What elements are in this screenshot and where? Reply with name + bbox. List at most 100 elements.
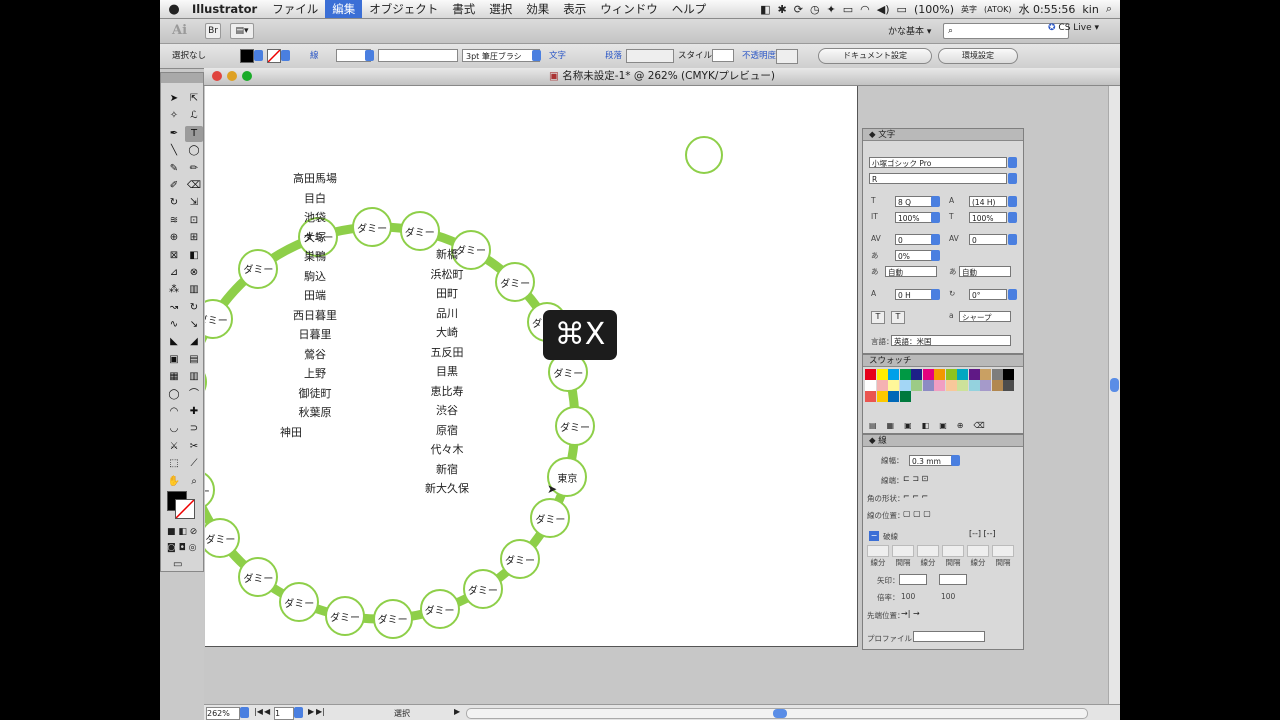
- paintbrush-tool-icon[interactable]: ✎: [165, 161, 183, 177]
- custom-tool-m-icon[interactable]: ◠: [165, 404, 183, 420]
- horizontal-scale-dropdown[interactable]: [1008, 212, 1017, 223]
- station-name[interactable]: 新橋: [436, 246, 458, 262]
- custom-tool-p-icon[interactable]: ⊃: [185, 421, 203, 437]
- last-artboard-button[interactable]: ▶|: [316, 707, 325, 716]
- zoom-field[interactable]: 262%: [206, 707, 240, 720]
- close-icon[interactable]: [212, 71, 222, 81]
- color-swatch[interactable]: [888, 369, 899, 380]
- ellipse-tool-icon[interactable]: ◯: [185, 143, 203, 159]
- vertical-scrollbar[interactable]: [1108, 86, 1120, 704]
- swatch-panel-buttons[interactable]: ▤▦▣◧▣⊕⌫: [869, 421, 995, 430]
- station-bubble[interactable]: ダミー: [279, 582, 320, 623]
- volume-icon[interactable]: ◀): [877, 3, 890, 16]
- kerning-dropdown[interactable]: [931, 234, 940, 245]
- workspace-switcher[interactable]: かな基本 ▾: [888, 24, 931, 37]
- station-name[interactable]: 目黒: [436, 363, 458, 379]
- custom-tool-i-icon[interactable]: ▦: [165, 369, 183, 385]
- wifi-icon[interactable]: ◠: [860, 3, 870, 16]
- stroke-weight-dropdown[interactable]: [951, 455, 960, 466]
- station-name[interactable]: 西日暮里: [293, 307, 337, 323]
- spotlight-icon[interactable]: ⌕: [1106, 2, 1112, 16]
- color-swatch[interactable]: [991, 380, 1003, 391]
- station-name[interactable]: 池袋: [304, 209, 326, 225]
- station-name[interactable]: 新大久保: [425, 480, 469, 496]
- station-bubble[interactable]: ダミー: [238, 248, 279, 289]
- color-swatch[interactable]: [957, 380, 968, 391]
- station-name[interactable]: 神田: [280, 424, 302, 440]
- char-rotation-field[interactable]: 0°: [969, 289, 1007, 300]
- atok-label[interactable]: (ATOK): [984, 5, 1012, 14]
- menu-select[interactable]: 選択: [482, 0, 519, 18]
- knife-tool-icon[interactable]: ⟋: [185, 456, 203, 472]
- arrow-tip-buttons[interactable]: →| →: [901, 609, 920, 618]
- line-tool-icon[interactable]: ╲: [165, 143, 183, 159]
- draw-mode-buttons[interactable]: ◙ ◘ ◎: [167, 543, 196, 553]
- station-bubble[interactable]: ダミー: [419, 589, 460, 630]
- lasso-tool-icon[interactable]: ℒ: [185, 108, 203, 124]
- station-name[interactable]: 高田馬場: [293, 170, 337, 186]
- brush-definition-field[interactable]: 3pt 筆圧ブラシ: [462, 49, 540, 62]
- station-name[interactable]: 鶯谷: [304, 346, 326, 362]
- color-swatch[interactable]: [876, 369, 888, 380]
- user-name[interactable]: kin: [1082, 3, 1098, 16]
- char-rotation-dropdown[interactable]: [1008, 289, 1017, 300]
- horizontal-scrollbar[interactable]: [466, 708, 1088, 719]
- free-transform-tool-icon[interactable]: ⊡: [185, 213, 203, 229]
- color-swatch[interactable]: [991, 369, 1003, 380]
- station-name[interactable]: 田町: [436, 285, 458, 301]
- character-link[interactable]: 文字: [549, 50, 566, 62]
- station-bubble[interactable]: ダミー: [238, 557, 279, 598]
- color-swatch[interactable]: [911, 380, 922, 391]
- gap-cell[interactable]: 間隔: [892, 545, 914, 568]
- align-stroke-buttons[interactable]: ▢ ▢ ▢: [903, 509, 931, 518]
- station-bubble[interactable]: ダミー: [352, 207, 393, 248]
- eyedropper-tool-icon[interactable]: ⊿: [165, 265, 183, 281]
- station-name[interactable]: 御徒町: [299, 385, 332, 401]
- blend-tool-icon[interactable]: ⊗: [185, 265, 203, 281]
- menu-effect[interactable]: 効果: [519, 0, 556, 18]
- station-name[interactable]: 秋葉原: [299, 404, 332, 420]
- station-name[interactable]: 品川: [436, 305, 458, 321]
- color-swatch[interactable]: [865, 369, 876, 380]
- corner-buttons[interactable]: ⌐ ⌐ ⌐: [903, 492, 928, 501]
- empty-circle-shape[interactable]: [685, 136, 723, 174]
- font-style-dropdown[interactable]: [1008, 173, 1017, 184]
- align-buttons[interactable]: [626, 49, 674, 63]
- stroke-label[interactable]: 線: [310, 50, 319, 62]
- tsume-dropdown[interactable]: [931, 250, 940, 261]
- zoom-dropdown[interactable]: [240, 707, 249, 718]
- color-swatch[interactable]: [865, 380, 876, 391]
- battery-icon[interactable]: ▭: [897, 3, 907, 16]
- minimize-icon[interactable]: [227, 71, 237, 81]
- station-bubble[interactable]: ダミー: [462, 569, 503, 610]
- aki-left-field[interactable]: 自動: [885, 266, 937, 277]
- cs-live-button[interactable]: ✪ CS Live ▾: [1048, 23, 1099, 33]
- menu-object[interactable]: オブジェクト: [362, 0, 445, 18]
- color-swatch[interactable]: [934, 380, 945, 391]
- artboard-dropdown[interactable]: [294, 707, 303, 718]
- pencil-tool-icon[interactable]: ✏: [185, 161, 203, 177]
- scissors-tool-icon[interactable]: ✂: [185, 439, 203, 455]
- zoom-tool-icon[interactable]: ⌕: [185, 474, 203, 490]
- selection-tool-icon[interactable]: ➤: [165, 91, 183, 107]
- screen-mode-icon[interactable]: ▭: [173, 559, 182, 570]
- station-bubble[interactable]: ダミー: [495, 262, 536, 302]
- station-name[interactable]: 大崎: [436, 324, 458, 340]
- arrange-documents-button[interactable]: ▤▾: [230, 23, 254, 39]
- custom-tool-l-icon[interactable]: ⌒: [185, 387, 203, 403]
- artboard[interactable]: ダミーダミーダミーダミーダミーダミーダミーダミーダミーダミーダミー東京ダミーダミ…: [205, 86, 858, 647]
- warichu-button[interactable]: T: [891, 311, 905, 324]
- zoom-window-icon[interactable]: [242, 71, 252, 81]
- station-name[interactable]: 新宿: [436, 461, 458, 477]
- status-text[interactable]: 選択: [394, 708, 410, 719]
- menu-view[interactable]: 表示: [556, 0, 593, 18]
- station-name[interactable]: 五反田: [431, 344, 464, 360]
- stroke-dropdown[interactable]: [281, 50, 290, 61]
- cap-buttons[interactable]: ⊏ ⊐ ⊡: [903, 474, 928, 483]
- color-swatch[interactable]: [911, 369, 922, 380]
- station-bubble[interactable]: ダミー: [399, 211, 440, 252]
- paragraph-link[interactable]: 段落: [605, 50, 622, 62]
- custom-tool-k-icon[interactable]: ◯: [165, 387, 183, 403]
- menu-file[interactable]: ファイル: [265, 0, 325, 18]
- swatches-panel-tab[interactable]: スウォッチ: [863, 355, 1023, 367]
